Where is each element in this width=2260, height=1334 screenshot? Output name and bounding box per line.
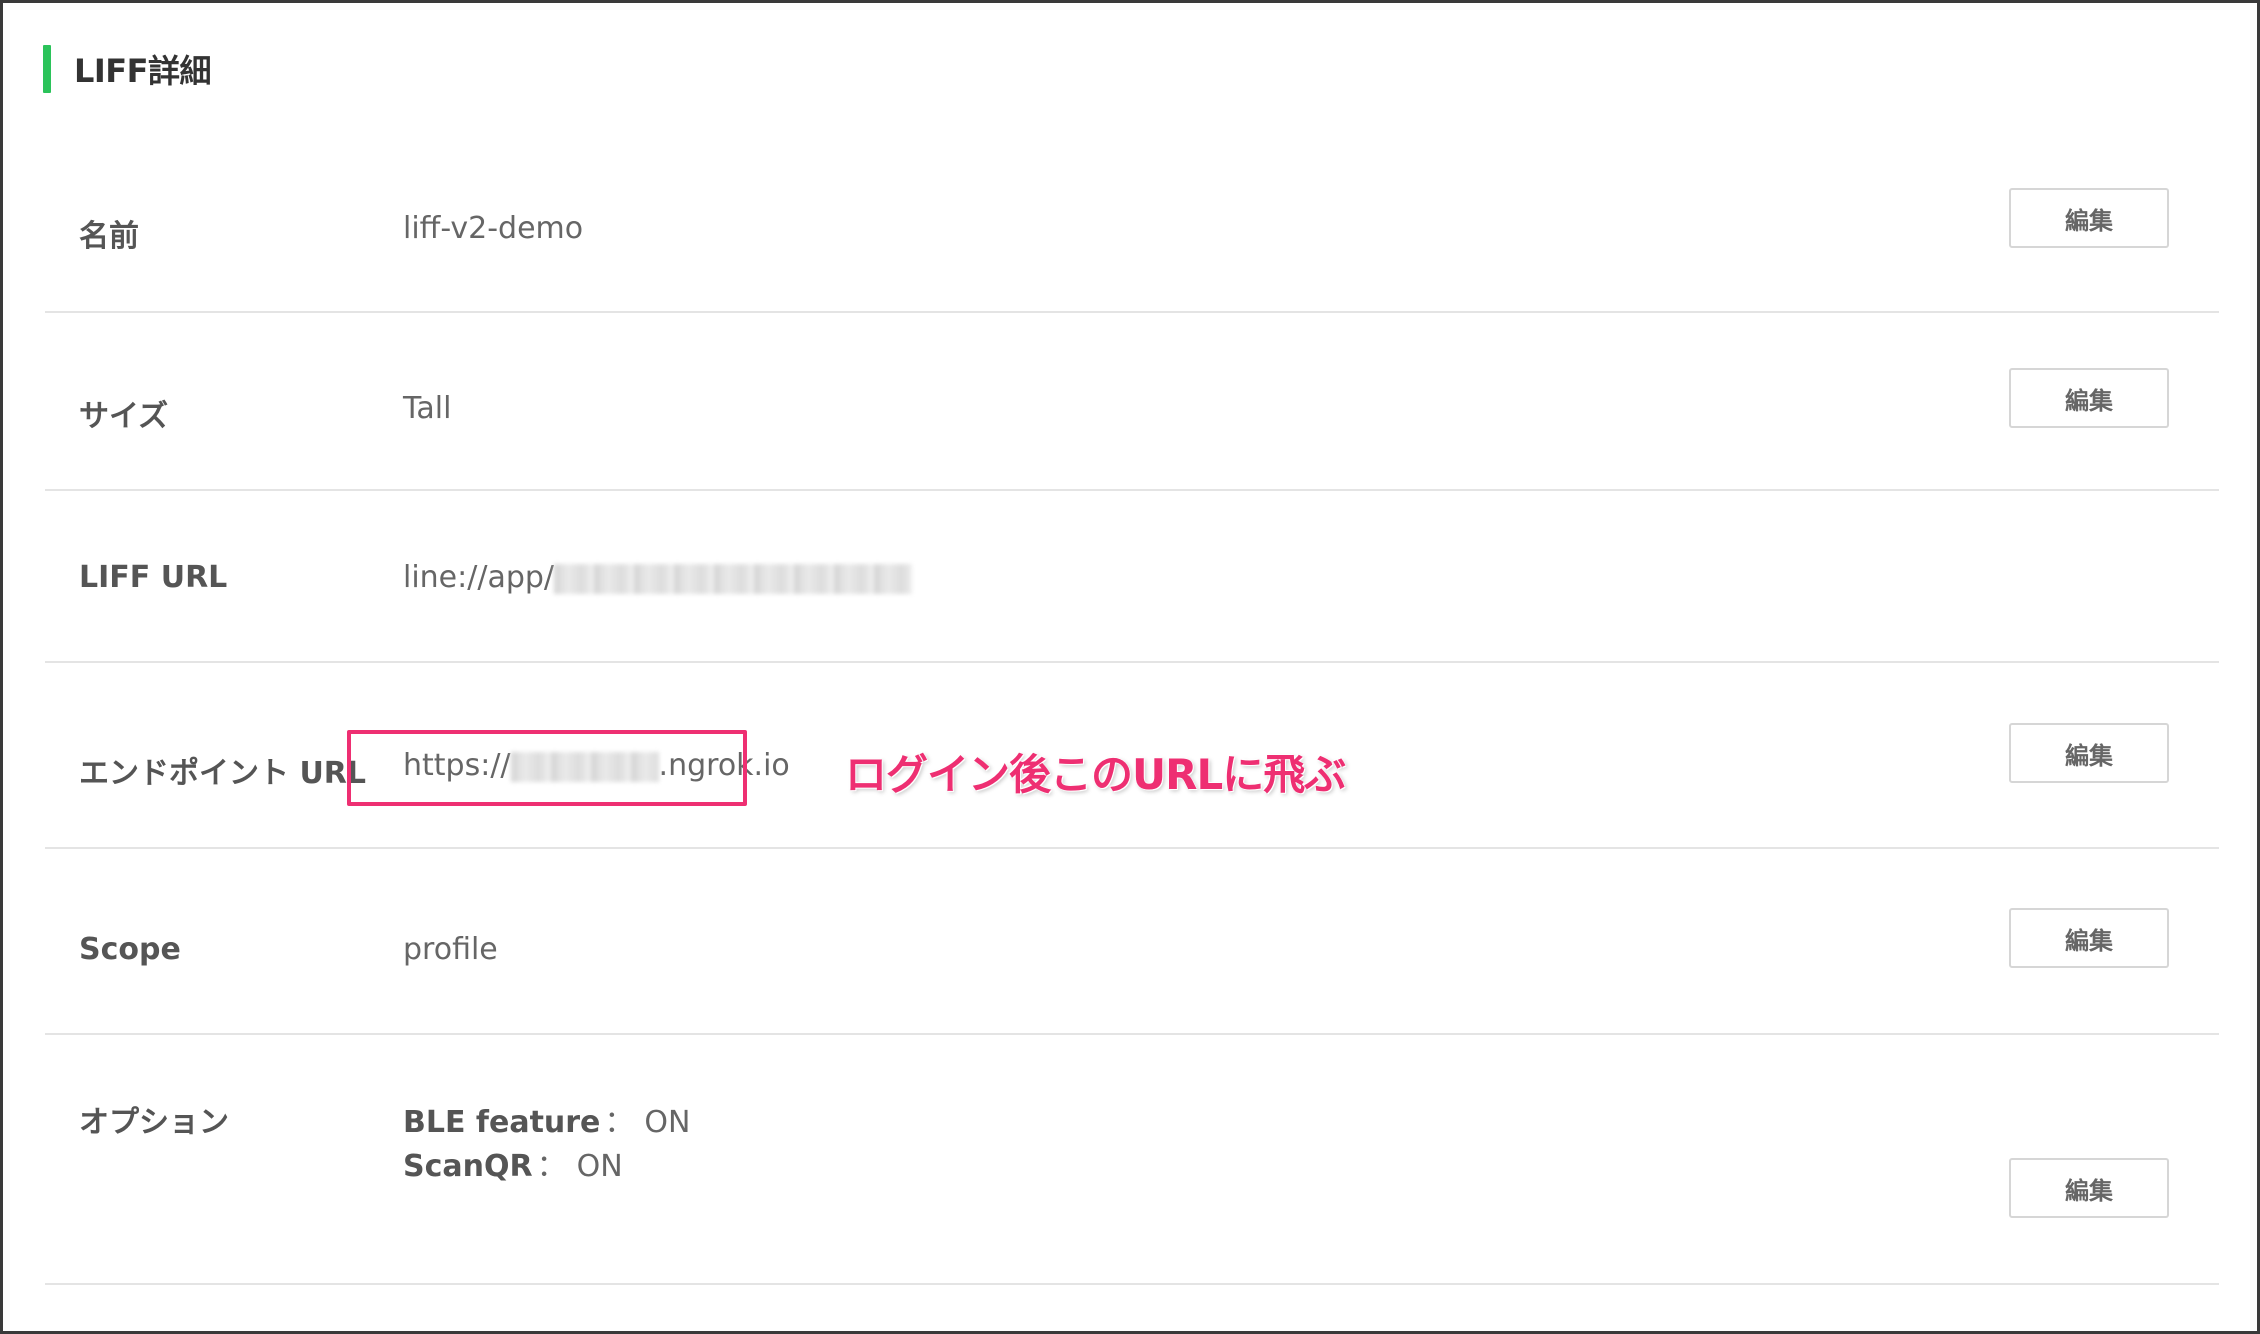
edit-options-button[interactable]: 編集 bbox=[2009, 1158, 2169, 1218]
option-key: BLE feature bbox=[403, 1105, 601, 1140]
option-key: ScanQR bbox=[403, 1149, 533, 1184]
annotation-callout: ログイン後このURLに飛ぶ bbox=[845, 750, 1346, 799]
endpoint-url-highlight-box bbox=[347, 730, 747, 806]
option-value: ON bbox=[644, 1105, 691, 1140]
row-label-options: オプション bbox=[79, 1105, 229, 1140]
row-options: オプション BLE feature： ON ScanQR： ON 編集 bbox=[45, 1035, 2219, 1285]
edit-name-button[interactable]: 編集 bbox=[2009, 188, 2169, 248]
row-label-scope: Scope bbox=[79, 932, 181, 967]
edit-size-button[interactable]: 編集 bbox=[2009, 368, 2169, 428]
redacted-liff-id bbox=[554, 563, 913, 594]
option-scanqr: ScanQR： ON bbox=[403, 1141, 623, 1185]
row-liff-url: LIFF URL line://app/ bbox=[45, 491, 2219, 663]
option-ble-feature: BLE feature： ON bbox=[403, 1097, 690, 1141]
edit-endpoint-url-button[interactable]: 編集 bbox=[2009, 723, 2169, 783]
row-scope: Scope profile 編集 bbox=[45, 849, 2219, 1035]
row-value-size: Tall bbox=[403, 391, 452, 426]
edit-scope-button[interactable]: 編集 bbox=[2009, 908, 2169, 968]
row-label-liff-url: LIFF URL bbox=[79, 560, 228, 595]
liff-detail-panel: LIFF詳細 名前 liff-v2-demo 編集 サイズ Tall 編集 LI… bbox=[0, 0, 2260, 1334]
row-value-scope: profile bbox=[403, 932, 498, 967]
title-accent-bar bbox=[43, 45, 51, 93]
liff-url-prefix: line://app/ bbox=[403, 560, 555, 595]
row-size: サイズ Tall 編集 bbox=[45, 313, 2219, 491]
row-value-name: liff-v2-demo bbox=[403, 211, 584, 246]
row-value-liff-url: line://app/ bbox=[403, 560, 913, 595]
option-separator: ： bbox=[604, 1105, 635, 1140]
page-title: LIFF詳細 bbox=[74, 52, 212, 90]
option-separator: ： bbox=[536, 1149, 567, 1184]
section-header: LIFF詳細 bbox=[43, 45, 212, 93]
row-label-name: 名前 bbox=[79, 219, 139, 254]
row-name: 名前 liff-v2-demo 編集 bbox=[45, 153, 2219, 313]
row-label-endpoint-url: エンドポイント URL bbox=[79, 756, 367, 791]
row-label-size: サイズ bbox=[79, 399, 169, 434]
option-value: ON bbox=[576, 1149, 623, 1184]
